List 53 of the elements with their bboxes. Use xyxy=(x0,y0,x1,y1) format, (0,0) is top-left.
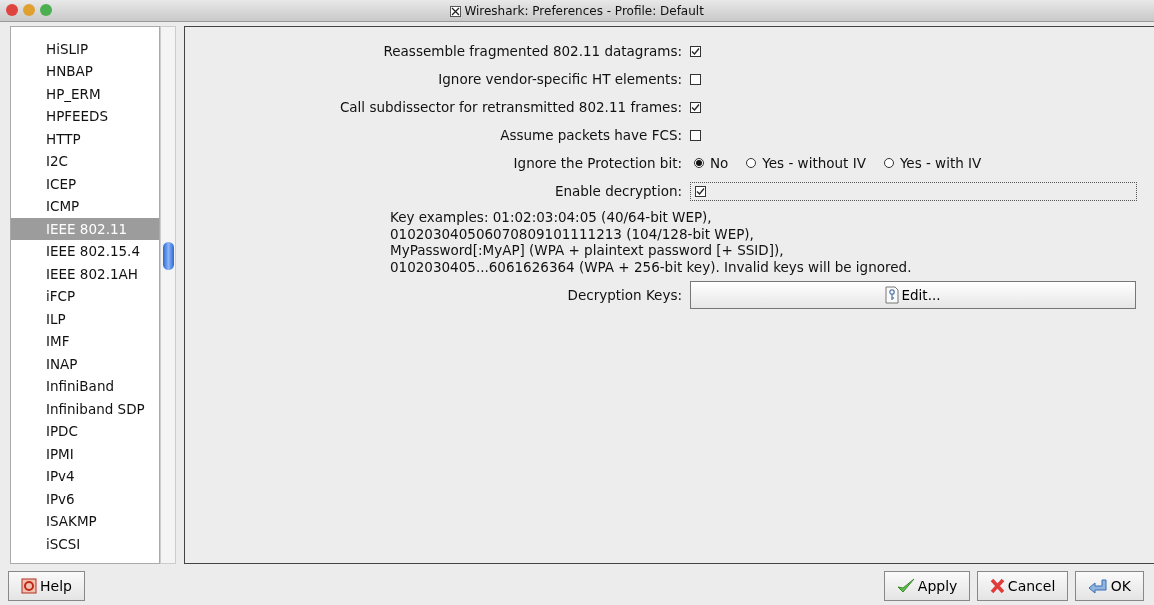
setting-label: Ignore the Protection bit: xyxy=(512,153,683,173)
edit-button[interactable]: Edit... xyxy=(690,281,1136,309)
window-title: Wireshark: Preferences - Profile: Default xyxy=(464,3,704,20)
setting-label: Assume packets have FCS: xyxy=(499,125,683,145)
apply-button[interactable]: Apply xyxy=(883,571,971,601)
setting-label: Enable decryption: xyxy=(553,181,683,201)
cancel-button[interactable]: Cancel xyxy=(976,571,1069,601)
ok-button[interactable]: OK xyxy=(1074,571,1144,601)
checkbox[interactable] xyxy=(695,185,706,197)
key-examples-text: Key examples: 01:02:03:04:05 (40/64-bit WEP), 010203040506070809101111213 (104/128-bit WEP), MyPassword[:MyAP] (WPA + plaintext password [+ SSID]), 0102030405...6061626364 (WPA + 256-bit key). Invalid keys will be ignored. xyxy=(389,209,913,275)
list-item[interactable]: ICEP xyxy=(11,172,159,195)
list-item[interactable]: IEEE 802.1AH xyxy=(11,262,159,285)
radio-option[interactable]: No xyxy=(694,152,729,174)
checkmark-icon xyxy=(896,578,915,594)
x-window-icon xyxy=(450,5,462,17)
setting-label: Decryption Keys: xyxy=(566,285,683,305)
list-item[interactable]: IMF xyxy=(11,330,159,353)
lifebuoy-icon xyxy=(21,578,37,594)
list-item[interactable]: Infiniband SDP xyxy=(11,397,159,420)
scrollbar[interactable] xyxy=(160,26,176,564)
list-item[interactable]: ISAKMP xyxy=(11,510,159,533)
list-item[interactable]: IPv4 xyxy=(11,465,159,488)
list-item[interactable]: InfiniBand xyxy=(11,375,159,398)
scroll-thumb[interactable] xyxy=(163,242,174,270)
list-item[interactable]: IEEE 802.15.4 xyxy=(11,240,159,263)
list-item[interactable]: HP_ERM xyxy=(11,82,159,105)
setting-label: Ignore vendor-specific HT elements: xyxy=(437,69,683,89)
list-item[interactable]: INAP xyxy=(11,352,159,375)
checkbox[interactable] xyxy=(690,129,701,141)
checkbox[interactable] xyxy=(690,45,701,57)
list-item[interactable]: HNBAP xyxy=(11,60,159,83)
radio-option[interactable]: Yes - without IV xyxy=(746,152,866,174)
radio-option[interactable]: Yes - with IV xyxy=(883,152,982,174)
list-item[interactable]: iFCP xyxy=(11,285,159,308)
setting-label: Reassemble fragmented 802.11 datagrams: xyxy=(382,41,683,61)
list-item[interactable]: HiSLIP xyxy=(11,37,159,60)
list-item[interactable]: HPFEEDS xyxy=(11,105,159,128)
list-item[interactable]: HTTP xyxy=(11,127,159,150)
checkbox[interactable] xyxy=(690,101,701,113)
list-item[interactable]: IPMI xyxy=(11,442,159,465)
list-item[interactable]: ICMP xyxy=(11,195,159,218)
list-item[interactable]: IPv6 xyxy=(11,487,159,510)
list-item[interactable]: I2C xyxy=(11,150,159,173)
return-arrow-icon xyxy=(1087,578,1108,594)
close-light[interactable] xyxy=(6,4,18,16)
key-document-icon xyxy=(885,286,900,304)
setting-label: Call subdissector for retransmitted 802.11 frames: xyxy=(338,97,683,117)
cross-icon xyxy=(989,578,1005,594)
list-item[interactable]: iSCSI xyxy=(11,532,159,555)
help-button[interactable]: Help xyxy=(8,571,85,601)
list-item[interactable]: ILP xyxy=(11,307,159,330)
list-item[interactable]: IPDC xyxy=(11,420,159,443)
checkbox[interactable] xyxy=(690,73,701,85)
